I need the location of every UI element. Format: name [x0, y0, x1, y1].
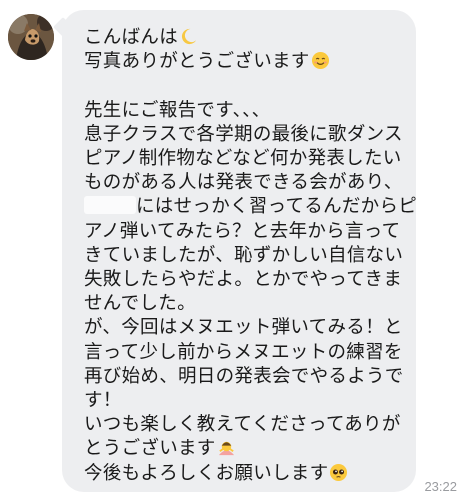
message-line-text: 言って少し前からメヌエットの練習を	[84, 341, 403, 363]
message-line: 言って少し前からメヌエットの練習を	[84, 341, 402, 365]
message-line-text: が、今回はメヌエット弾いてみる！と	[84, 317, 403, 339]
message-line: ものがある人は発表できる会があり、	[84, 171, 402, 195]
chat-screen: こんばんは 写真ありがとうございます 先生にご報告です、、、 息子クラスで各学期…	[0, 0, 467, 500]
message-line-text: 失敗したらやだよ。とかでやってきま	[84, 269, 403, 291]
avatar[interactable]	[8, 14, 54, 60]
message-line: いつも楽しく教えてくださってありが	[84, 413, 402, 437]
pleading-face-icon	[330, 463, 348, 481]
message-line-text: いつも楽しく教えてくださってありが	[84, 414, 401, 436]
message-line: 今後もよろしくお願いします	[84, 462, 402, 486]
message-line: が、今回はメヌエット弾いてみる！と	[84, 316, 402, 340]
message-line: 再び始め、明日の発表会でやるようで	[84, 365, 404, 389]
message-line: 失敗したらやだよ。とかでやってきま	[84, 268, 402, 292]
message-line-text: にはせっかく習ってるんだからピ	[136, 196, 418, 218]
message-line-text: 再び始め、明日の発表会でやるようで	[84, 365, 404, 387]
message-line: 息子クラスで各学期の最後に歌ダンス	[84, 123, 403, 147]
message-line: こんばんは	[84, 26, 402, 50]
message-line-text: 今後もよろしくお願いします	[84, 462, 329, 484]
message-line-text: きていましたが、恥ずかしい自信ない	[84, 244, 404, 266]
message-line-text: とうございます	[84, 438, 216, 460]
message-bubble[interactable]: こんばんは 写真ありがとうございます 先生にご報告です、、、 息子クラスで各学期…	[62, 10, 417, 492]
message-line-blank	[84, 74, 402, 98]
message-line-text: 先生にご報告です、、、	[84, 99, 271, 121]
message-line: ピアノ制作物などなど何か発表したい	[84, 147, 402, 171]
message-line-text: せんでした。	[84, 293, 196, 315]
message-line-text: アノ弾いてみたら？と去年から言って	[84, 220, 401, 242]
message-line: 先生にご報告です、、、	[84, 99, 402, 123]
message-line: す！	[84, 389, 402, 413]
message-line: とうございます	[84, 437, 402, 461]
message-line-text: ピアノ制作物などなど何か発表したい	[84, 148, 402, 169]
message-line-text: 息子クラスで各学期の最後に歌ダンス	[84, 123, 403, 145]
redacted-name	[84, 196, 136, 215]
message-line: アノ弾いてみたら？と去年から言って	[84, 220, 402, 244]
message-line: きていましたが、恥ずかしい自信ない	[84, 244, 404, 268]
smiling-face-icon	[311, 52, 329, 70]
message-line-text: ものがある人は発表できる会があり、	[84, 172, 403, 194]
bowing-person-icon	[218, 442, 234, 456]
message-line-text: こんばんは	[84, 27, 179, 48]
message-line: にはせっかく習ってるんだからピ	[84, 195, 417, 219]
message-text: こんばんは 写真ありがとうございます 先生にご報告です、、、 息子クラスで各学期…	[84, 26, 417, 486]
message-line-text: す！	[84, 390, 122, 412]
message-line: 写真ありがとうございます	[84, 50, 402, 74]
avatar-photo-icon	[8, 14, 54, 60]
crescent-moon-icon	[181, 28, 197, 45]
message-line: せんでした。	[84, 292, 402, 316]
message-timestamp: 23:22	[424, 479, 457, 494]
message-line-text: 写真ありがとうございます	[84, 51, 310, 73]
